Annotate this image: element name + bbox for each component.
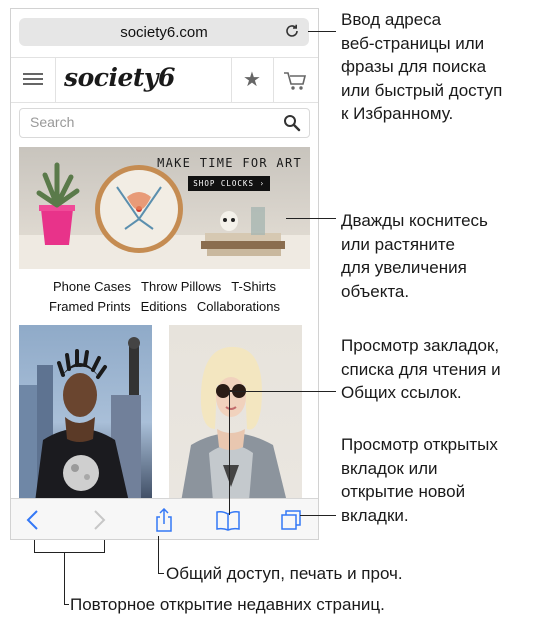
product-image (19, 337, 141, 502)
callout-share: Общий доступ, печать и проч. (166, 564, 403, 583)
callout-zoom: Дважды коснитесь или растяните для увели… (341, 211, 488, 301)
callout-bookmarks: Просмотр закладок, списка для чтения и О… (341, 336, 501, 402)
callout-line (229, 391, 336, 392)
category-link[interactable]: Throw Pillows (141, 277, 221, 297)
site-header: society6 ★ (11, 57, 318, 103)
category-link[interactable]: Framed Prints (49, 297, 131, 317)
tabs-icon[interactable] (279, 508, 305, 532)
callout-line (286, 218, 336, 219)
header-divider (231, 58, 232, 102)
callout-line (64, 604, 69, 605)
callout-history: Повторное открытие недавних страниц. (70, 595, 385, 614)
callout-line (34, 540, 35, 552)
back-icon[interactable] (21, 508, 47, 532)
reload-icon[interactable] (284, 23, 300, 39)
category-link[interactable]: T-Shirts (231, 277, 276, 297)
product-tile[interactable] (169, 325, 302, 502)
callout-line (158, 573, 164, 574)
product-image (181, 346, 287, 502)
product-tile[interactable] (19, 325, 152, 502)
url-text: society6.com (120, 23, 208, 41)
cart-icon[interactable] (282, 70, 308, 92)
category-link[interactable]: Collaborations (197, 297, 280, 317)
phone-screen: society6.com society6 ★ Search MAKE TIME… (10, 8, 319, 540)
callout-line (158, 536, 159, 574)
callout-line (300, 515, 336, 516)
star-icon[interactable]: ★ (243, 67, 261, 92)
category-links: Phone Cases Throw Pillows T-Shirts Frame… (11, 277, 318, 317)
callout-line (104, 540, 105, 552)
callout-line (64, 552, 65, 605)
header-divider (55, 58, 56, 102)
banner-title: MAKE TIME FOR ART (157, 156, 302, 170)
share-icon[interactable] (151, 508, 177, 532)
bookmarks-icon[interactable] (215, 508, 241, 532)
forward-icon[interactable] (85, 508, 111, 532)
category-link[interactable]: Phone Cases (53, 277, 131, 297)
site-logo[interactable]: society6 (64, 63, 175, 92)
search-icon[interactable] (283, 114, 301, 132)
header-divider (273, 58, 274, 102)
address-bar[interactable]: society6.com (19, 18, 309, 46)
category-link[interactable]: Editions (141, 297, 187, 317)
hamburger-icon[interactable] (23, 70, 43, 90)
shop-clocks-button[interactable]: SHOP CLOCKS › (188, 176, 270, 191)
callout-line (229, 391, 230, 515)
callout-address: Ввод адреса веб-страницы или фразы для п… (341, 10, 503, 123)
browser-toolbar (11, 498, 318, 539)
callout-line (308, 31, 336, 32)
search-input[interactable] (28, 113, 262, 131)
callout-line (34, 552, 105, 553)
promo-banner[interactable]: MAKE TIME FOR ART SHOP CLOCKS › (19, 147, 310, 269)
site-search (19, 108, 310, 138)
callout-tabs: Просмотр открытых вкладок или открытие н… (341, 435, 498, 525)
